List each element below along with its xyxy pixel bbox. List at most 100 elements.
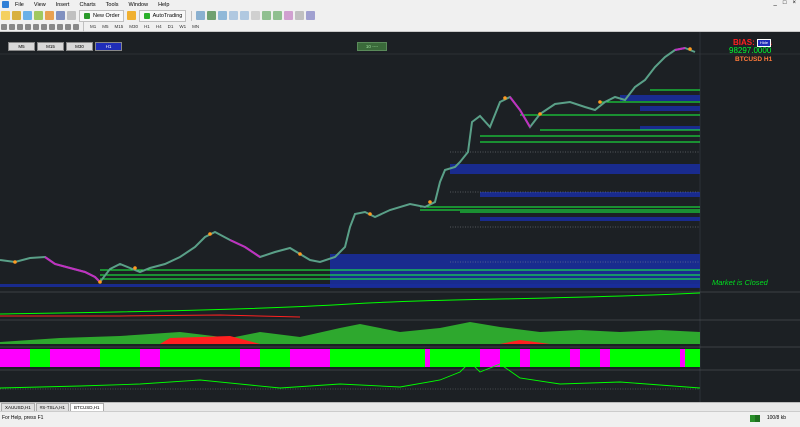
- supply-demand-zone: [480, 217, 700, 221]
- fibonacci-icon[interactable]: [49, 23, 55, 30]
- swing-point-dot: [208, 232, 212, 236]
- label-icon[interactable]: [65, 23, 71, 30]
- trend-bar-magenta: [50, 349, 100, 367]
- supply-demand-zone: [330, 254, 700, 288]
- tf-h4-button[interactable]: H4: [153, 24, 165, 29]
- menu-help[interactable]: Help: [153, 2, 174, 8]
- tf-d1-button[interactable]: D1: [165, 24, 177, 29]
- crosshair-icon[interactable]: [9, 23, 15, 30]
- market-watch-icon[interactable]: [23, 11, 32, 20]
- drawing-timeframe-toolbar: M1 M5 M15 M30 H1 H4 D1 W1 MN: [0, 21, 800, 32]
- chart-window[interactable]: M5 M15 M30 H1 10 ---- BIAS: Bea Hide 982…: [0, 32, 800, 402]
- autotrading-icon: [143, 12, 150, 19]
- indicator-tag: 10 ----: [357, 42, 387, 51]
- minimize-button[interactable]: _: [774, 0, 777, 6]
- new-chart-icon[interactable]: [1, 11, 10, 20]
- trend-bar-magenta: [570, 349, 580, 367]
- swing-point-dot: [428, 200, 432, 204]
- trend-bar-magenta: [480, 349, 500, 367]
- trend-bar-background: [0, 349, 700, 367]
- data-window-icon[interactable]: [34, 11, 43, 20]
- periods-icon[interactable]: [295, 11, 305, 20]
- new-order-label: New Order: [93, 12, 120, 19]
- new-order-button[interactable]: New Order: [79, 9, 124, 22]
- arrows-icon[interactable]: [73, 23, 79, 30]
- swing-point-dot: [133, 266, 137, 270]
- maximize-button[interactable]: □: [783, 0, 787, 6]
- menu-insert[interactable]: Insert: [51, 2, 75, 8]
- bar-chart-icon[interactable]: [196, 11, 206, 20]
- swing-point-dot: [538, 112, 542, 116]
- swing-point-dot: [98, 280, 102, 284]
- indicator-trend-line: [0, 292, 701, 315]
- templates-icon[interactable]: [306, 11, 316, 20]
- menu-tools[interactable]: Tools: [101, 2, 124, 8]
- text-icon[interactable]: [57, 23, 63, 30]
- connection-status-icon: [750, 415, 760, 422]
- metaeditor-icon[interactable]: [126, 11, 136, 20]
- horizontal-line-icon[interactable]: [25, 23, 31, 30]
- candlestick-icon[interactable]: [207, 11, 217, 20]
- tf-m5-button[interactable]: M5: [99, 24, 111, 29]
- indicators-icon[interactable]: [284, 11, 294, 20]
- tf-m30-button[interactable]: M30: [126, 24, 141, 29]
- auto-scroll-icon[interactable]: [273, 11, 283, 20]
- trend-bar-magenta: [680, 349, 685, 367]
- channel-icon[interactable]: [41, 23, 47, 30]
- chart-tf-m15-button[interactable]: M15: [37, 42, 64, 51]
- app-icon: [2, 1, 9, 8]
- menu-view[interactable]: View: [29, 2, 51, 8]
- zoom-out-icon[interactable]: [240, 11, 250, 20]
- cursor-icon[interactable]: [1, 23, 7, 30]
- supply-demand-zone: [480, 192, 700, 197]
- toolbar-separator: [83, 21, 84, 32]
- swing-point-dot: [13, 260, 17, 264]
- chart-tf-m30-button[interactable]: M30: [66, 42, 93, 51]
- supply-demand-zone: [640, 126, 700, 130]
- trend-bar-magenta: [0, 349, 30, 367]
- supply-demand-zone: [450, 164, 700, 174]
- chart-shift-icon[interactable]: [262, 11, 272, 20]
- new-order-icon: [84, 12, 90, 19]
- tf-h1-button[interactable]: H1: [141, 24, 153, 29]
- symbol-timeframe-label: BTCUSD H1: [735, 56, 773, 63]
- terminal-icon[interactable]: [56, 11, 65, 20]
- chart-tf-h1-button[interactable]: H1: [95, 42, 122, 51]
- profiles-icon[interactable]: [12, 11, 21, 20]
- swing-point-dot: [598, 100, 602, 104]
- swing-point-dot: [368, 212, 372, 216]
- swing-point-dot: [298, 252, 302, 256]
- menu-window[interactable]: Window: [124, 2, 154, 8]
- tf-m15-button[interactable]: M15: [112, 24, 127, 29]
- tf-m1-button[interactable]: M1: [87, 24, 99, 29]
- trend-bar-magenta: [520, 349, 530, 367]
- zoom-in-icon[interactable]: [229, 11, 239, 20]
- close-button[interactable]: ×: [792, 0, 796, 6]
- trendline-icon[interactable]: [33, 23, 39, 30]
- chart-tf-m5-button[interactable]: M5: [8, 42, 35, 51]
- tile-windows-icon[interactable]: [251, 11, 261, 20]
- autotrading-label: AutoTrading: [152, 12, 183, 19]
- market-closed-label: Market is Closed: [712, 278, 768, 287]
- vertical-line-icon[interactable]: [17, 23, 23, 30]
- bearish-segment: [229, 239, 261, 258]
- tester-icon[interactable]: [67, 11, 76, 20]
- indicator-bear-line: [0, 314, 301, 318]
- bearish-segment: [509, 96, 531, 128]
- help-hint: For Help, press F1: [2, 415, 44, 421]
- tf-w1-button[interactable]: W1: [176, 24, 189, 29]
- tf-mn-button[interactable]: MN: [189, 24, 202, 29]
- current-price: 98297.0000: [729, 46, 772, 55]
- trend-bar-magenta: [140, 349, 160, 367]
- navigator-icon[interactable]: [45, 11, 54, 20]
- autotrading-button[interactable]: AutoTrading: [138, 9, 187, 22]
- menu-bar: File View Insert Charts Tools Window Hel…: [0, 0, 800, 9]
- supply-demand-zone: [0, 284, 700, 287]
- line-chart-icon[interactable]: [218, 11, 228, 20]
- supply-demand-zone: [640, 106, 700, 111]
- standard-toolbar: New Order AutoTrading: [0, 9, 800, 23]
- histogram-area: [0, 322, 700, 344]
- menu-file[interactable]: File: [10, 2, 29, 8]
- trend-bar-magenta: [240, 349, 260, 367]
- menu-charts[interactable]: Charts: [74, 2, 100, 8]
